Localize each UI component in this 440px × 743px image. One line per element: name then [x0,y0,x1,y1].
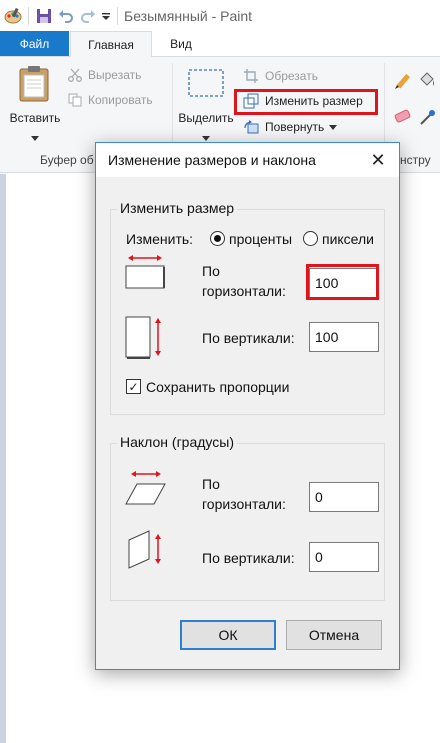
skew-vertical-input[interactable] [309,542,379,572]
skew-vertical-icon [125,528,167,575]
fill-icon[interactable] [418,71,436,94]
save-icon[interactable] [33,5,55,27]
paste-dropdown-icon[interactable] [31,130,39,144]
redo-icon[interactable] [77,5,99,27]
title-bar: Безымянный - Paint [0,0,440,31]
resize-vertical-icon [125,314,167,365]
resize-highlight [234,89,378,115]
title-separator [117,6,118,25]
clipboard-group-label: Буфер об [40,153,94,167]
percent-radio-label[interactable]: проценты [229,231,292,248]
close-icon[interactable]: ✕ [369,150,387,170]
paint-app-icon[interactable] [2,5,24,27]
tab-file[interactable]: Файл [0,31,69,56]
keep-ratio-checkbox[interactable]: ✓ [126,379,141,394]
rotate-label: Повернуть [265,120,325,134]
cut-label: Вырезать [88,68,142,82]
skew-horizontal-icon [125,470,167,509]
copy-label: Копировать [88,93,153,107]
skew-group: Наклон (градусы) По горизонтали: По верт… [110,434,385,601]
resize-horizontal-label-line2: горизонтали: [202,283,286,299]
tab-home[interactable]: Главная [70,31,152,57]
window-title: Безымянный - Paint [124,7,253,24]
eraser-icon[interactable] [393,109,413,128]
dialog-title-bar: Изменение размеров и наклона ✕ [96,143,399,177]
cancel-button[interactable]: Отмена [286,620,382,650]
ribbon-tabs: Файл Главная Вид [0,31,440,57]
skew-horizontal-label-line1: По [202,476,220,492]
resize-group-legend: Изменить размер [117,200,238,216]
crop-icon [243,68,261,84]
pixels-radio[interactable] [303,231,318,246]
skew-group-legend: Наклон (градусы) [117,434,237,450]
resize-horizontal-icon [125,254,167,293]
select-icon[interactable] [188,69,224,102]
horizontal-input-highlight [306,264,379,300]
skew-vertical-label: По вертикали: [202,550,295,566]
crop-button[interactable]: Обрезать [243,68,318,84]
undo-icon[interactable] [55,5,77,27]
rotate-button[interactable]: Повернуть [243,119,338,135]
resize-by-label: Изменить: [126,231,194,247]
scissors-icon [68,68,84,82]
resize-vertical-label: По вертикали: [202,330,295,346]
pixels-radio-label[interactable]: пиксели [322,231,374,248]
quick-access-separator [28,6,29,25]
tools-group-label: нстру [400,153,431,167]
customize-quick-access-icon[interactable] [99,5,113,27]
ok-button[interactable]: ОК [180,620,276,650]
select-button[interactable]: Выделить [176,111,236,125]
resize-horizontal-label-line1: По [202,263,220,279]
resize-vertical-input[interactable] [309,322,379,352]
resize-group: Изменить размер Изменить: проценты пиксе… [110,200,385,415]
paste-button[interactable]: Вставить [6,111,64,125]
tab-view[interactable]: Вид [155,31,207,56]
pencil-icon[interactable] [393,73,411,94]
percent-radio[interactable] [210,231,225,246]
keep-ratio-label[interactable]: Сохранить пропорции [146,379,289,396]
resize-skew-dialog: Изменение размеров и наклона ✕ Изменить … [95,142,400,670]
copy-button[interactable]: Копировать [68,93,153,107]
rotate-dropdown-icon [329,124,338,130]
skew-horizontal-label-line2: горизонтали: [202,496,286,512]
color-picker-icon[interactable] [418,109,436,130]
rotate-icon [243,119,261,135]
cut-button[interactable]: Вырезать [68,68,141,82]
crop-label: Обрезать [265,69,318,83]
copy-icon [68,93,84,107]
paste-icon[interactable] [18,65,52,106]
skew-horizontal-input[interactable] [309,482,379,512]
dialog-title: Изменение размеров и наклона [108,152,316,168]
